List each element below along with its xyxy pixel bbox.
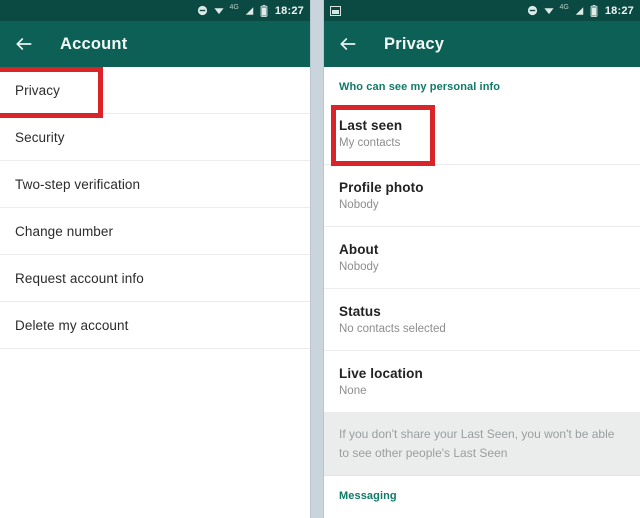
right-status-bar: 4G 18:27 (324, 0, 640, 21)
list-item-live-location[interactable]: Live location None (324, 351, 640, 413)
list-item-value: None (339, 385, 367, 397)
list-item-label: Privacy (15, 82, 60, 98)
back-arrow-icon[interactable] (338, 34, 358, 54)
list-item-label: About (339, 242, 379, 257)
list-item-label: Profile photo (339, 180, 424, 195)
image-notification-icon (330, 5, 341, 16)
battery-icon (260, 4, 268, 17)
account-settings-list: Privacy Security Two-step verification C… (0, 67, 310, 349)
list-item-delete-my-account[interactable]: Delete my account (0, 302, 310, 349)
do-not-disturb-icon (527, 5, 538, 16)
left-app-bar: Account (0, 21, 310, 67)
list-item-request-account-info[interactable]: Request account info (0, 255, 310, 302)
right-phone-screen: 4G 18:27 Privacy Who can see my personal… (324, 0, 640, 518)
list-item-two-step-verification[interactable]: Two-step verification (0, 161, 310, 208)
list-item-value: No contacts selected (339, 323, 446, 335)
list-item-label: Status (339, 304, 381, 319)
left-status-bar: 4G 18:27 (0, 0, 310, 21)
right-status-notifications (330, 5, 527, 16)
list-item-value: My contacts (339, 137, 401, 149)
list-item-about[interactable]: About Nobody (324, 227, 640, 289)
page-title: Privacy (384, 34, 445, 53)
signal-icon (244, 6, 255, 16)
list-item-privacy[interactable]: Privacy (0, 67, 310, 114)
page-title: Account (60, 34, 128, 53)
list-item-label: Request account info (15, 270, 144, 286)
list-item-value: Nobody (339, 261, 379, 273)
back-arrow-icon[interactable] (14, 34, 34, 54)
privacy-settings-list: Who can see my personal info Last seen M… (324, 67, 640, 513)
list-item-last-seen[interactable]: Last seen My contacts (324, 103, 640, 165)
battery-icon (590, 4, 598, 17)
network-type-label: 4G (229, 4, 239, 11)
list-item-profile-photo[interactable]: Profile photo Nobody (324, 165, 640, 227)
screen-separator (310, 0, 324, 518)
signal-icon (574, 6, 585, 16)
list-item-label: Delete my account (15, 317, 129, 333)
section-header-personal-info: Who can see my personal info (324, 67, 640, 103)
last-seen-footnote: If you don't share your Last Seen, you w… (324, 413, 640, 477)
list-item-label: Security (15, 129, 65, 145)
list-item-security[interactable]: Security (0, 114, 310, 161)
clock: 18:27 (274, 4, 304, 17)
wifi-icon (213, 5, 225, 16)
list-item-label: Last seen (339, 118, 403, 133)
wifi-icon (543, 5, 555, 16)
right-status-indicators: 4G 18:27 (527, 4, 634, 17)
right-app-bar: Privacy (324, 21, 640, 67)
list-item-label: Live location (339, 366, 423, 381)
network-type-label: 4G (559, 4, 569, 11)
left-status-indicators: 4G 18:27 (197, 4, 304, 17)
do-not-disturb-icon (197, 5, 208, 16)
left-phone-screen: 4G 18:27 Account Privacy Security Two-st… (0, 0, 310, 518)
list-item-change-number[interactable]: Change number (0, 208, 310, 255)
section-header-messaging: Messaging (324, 476, 640, 513)
list-item-value: Nobody (339, 199, 379, 211)
list-item-label: Two-step verification (15, 176, 141, 192)
list-item-label: Change number (15, 223, 114, 239)
clock: 18:27 (604, 4, 634, 17)
screenshot-pair: 4G 18:27 Account Privacy Security Two-st… (0, 0, 640, 518)
list-item-status[interactable]: Status No contacts selected (324, 289, 640, 351)
